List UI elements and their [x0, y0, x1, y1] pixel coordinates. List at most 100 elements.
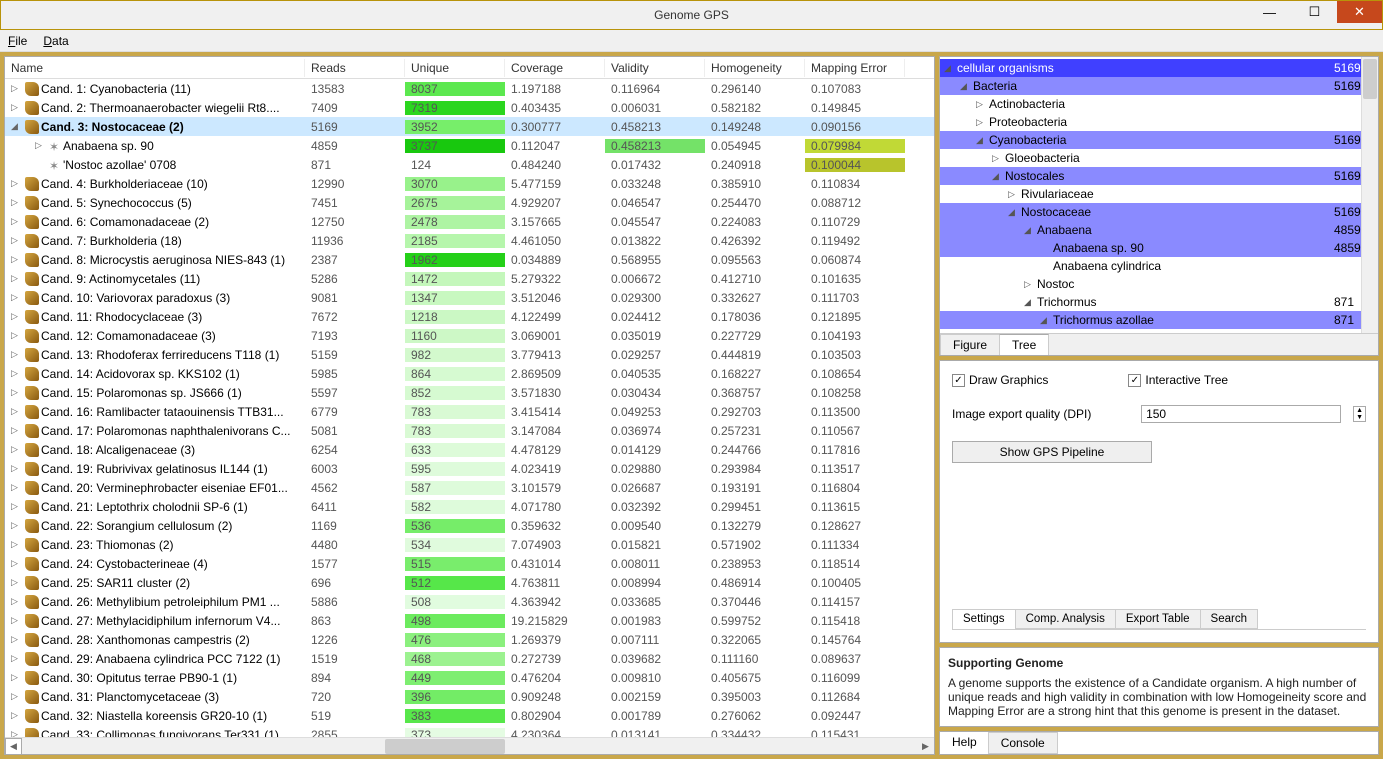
table-row[interactable]: ▷ Cand. 4: Burkholderiaceae (10)12990307…	[5, 174, 934, 193]
tree-expander-icon[interactable]: ▷	[976, 99, 987, 110]
table-body[interactable]: ▷ Cand. 1: Cyanobacteria (11)1358380371.…	[5, 79, 934, 737]
tree-expander-icon[interactable]: ◢	[1008, 207, 1019, 218]
expander-icon[interactable]: ▷	[11, 102, 23, 113]
expander-icon[interactable]: ◢	[11, 121, 23, 132]
expander-icon[interactable]: ▷	[11, 596, 23, 607]
tree-row[interactable]: ▷Nostoc	[940, 275, 1378, 293]
expander-icon[interactable]: ▷	[11, 672, 23, 683]
table-row[interactable]: ▷ Cand. 30: Opitutus terrae PB90-1 (1)89…	[5, 668, 934, 687]
col-homogeneity[interactable]: Homogeneity	[705, 59, 805, 77]
expander-icon[interactable]: ▷	[11, 501, 23, 512]
expander-icon[interactable]: ▷	[11, 406, 23, 417]
tree-row[interactable]: ▷Actinobacteria	[940, 95, 1378, 113]
table-row[interactable]: ▷ Cand. 5: Synechococcus (5)745126754.92…	[5, 193, 934, 212]
tab-help[interactable]: Help	[940, 732, 989, 754]
expander-icon[interactable]: ▷	[11, 691, 23, 702]
col-validity[interactable]: Validity	[605, 59, 705, 77]
tree-expander-icon[interactable]: ◢	[992, 171, 1003, 182]
tree-row[interactable]: ◢Nostocaceae5169	[940, 203, 1378, 221]
tree-expander-icon[interactable]: ▷	[992, 153, 1003, 164]
table-row[interactable]: ✶ 'Nostoc azollae' 07088711240.4842400.0…	[5, 155, 934, 174]
table-row[interactable]: ▷ Cand. 22: Sorangium cellulosum (2)1169…	[5, 516, 934, 535]
expander-icon[interactable]: ▷	[11, 292, 23, 303]
expander-icon[interactable]: ▷	[11, 539, 23, 550]
tab-tree[interactable]: Tree	[999, 334, 1049, 355]
table-row[interactable]: ▷ Cand. 20: Verminephrobacter eiseniae E…	[5, 478, 934, 497]
expander-icon[interactable]: ▷	[11, 653, 23, 664]
table-row[interactable]: ▷ Cand. 18: Alcaligenaceae (3)62546334.4…	[5, 440, 934, 459]
tree-expander-icon[interactable]: ◢	[944, 63, 955, 74]
tab-console[interactable]: Console	[988, 732, 1058, 754]
dpi-spinner[interactable]: ▲▼	[1353, 406, 1366, 422]
table-row[interactable]: ▷✶ Anabaena sp. 90485937370.1120470.4582…	[5, 136, 934, 155]
table-row[interactable]: ▷ Cand. 14: Acidovorax sp. KKS102 (1)598…	[5, 364, 934, 383]
table-row[interactable]: ▷ Cand. 25: SAR11 cluster (2)6965124.763…	[5, 573, 934, 592]
expander-icon[interactable]: ▷	[11, 330, 23, 341]
table-row[interactable]: ▷ Cand. 26: Methylibium petroleiphilum P…	[5, 592, 934, 611]
expander-icon[interactable]: ▷	[11, 444, 23, 455]
expander-icon[interactable]: ▷	[11, 577, 23, 588]
table-row[interactable]: ◢ Cand. 3: Nostocaceae (2)516939520.3007…	[5, 117, 934, 136]
close-button[interactable]: ✕	[1337, 1, 1382, 23]
expander-icon[interactable]: ▷	[11, 273, 23, 284]
tree-row[interactable]: Anabaena sp. 904859	[940, 239, 1378, 257]
dpi-input[interactable]	[1141, 405, 1341, 423]
menu-data[interactable]: Data	[43, 34, 68, 48]
expander-icon[interactable]: ▷	[11, 368, 23, 379]
tree-row[interactable]: ▷Gloeobacteria	[940, 149, 1378, 167]
tree-row[interactable]: ◢Trichormus azollae871	[940, 311, 1378, 329]
tree-vertical-scrollbar[interactable]	[1361, 57, 1378, 333]
tab-search[interactable]: Search	[1200, 609, 1258, 629]
table-row[interactable]: ▷ Cand. 24: Cystobacterineae (4)15775150…	[5, 554, 934, 573]
expander-icon[interactable]: ▷	[11, 425, 23, 436]
table-row[interactable]: ▷ Cand. 19: Rubrivivax gelatinosus IL144…	[5, 459, 934, 478]
tab-figure[interactable]: Figure	[940, 334, 1000, 355]
expander-icon[interactable]: ▷	[11, 197, 23, 208]
expander-icon[interactable]: ▷	[11, 634, 23, 645]
checkbox-interactive-tree[interactable]: ✓ Interactive Tree	[1128, 373, 1228, 387]
tree-expander-icon[interactable]: ▷	[976, 117, 987, 128]
expander-icon[interactable]: ▷	[35, 140, 47, 151]
tree-row[interactable]: ◢Trichormus871	[940, 293, 1378, 311]
table-row[interactable]: ▷ Cand. 11: Rhodocyclaceae (3)767212184.…	[5, 307, 934, 326]
tree-row[interactable]: ◢Nostocales5169	[940, 167, 1378, 185]
table-row[interactable]: ▷ Cand. 27: Methylacidiphilum infernorum…	[5, 611, 934, 630]
table-row[interactable]: ▷ Cand. 21: Leptothrix cholodnii SP-6 (1…	[5, 497, 934, 516]
spinner-up-icon[interactable]: ▲	[1354, 407, 1365, 414]
tree-row[interactable]: ◢Bacteria5169	[940, 77, 1378, 95]
table-row[interactable]: ▷ Cand. 10: Variovorax paradoxus (3)9081…	[5, 288, 934, 307]
table-row[interactable]: ▷ Cand. 9: Actinomycetales (11)528614725…	[5, 269, 934, 288]
tree-row[interactable]: ▷Proteobacteria	[940, 113, 1378, 131]
tree-expander-icon[interactable]: ◢	[1024, 225, 1035, 236]
expander-icon[interactable]: ▷	[11, 729, 23, 737]
tree-scroll-thumb[interactable]	[1363, 59, 1377, 99]
tree-row[interactable]: ◢Anabaena4859	[940, 221, 1378, 239]
col-name[interactable]: Name	[5, 59, 305, 77]
table-row[interactable]: ▷ Cand. 7: Burkholderia (18)1193621854.4…	[5, 231, 934, 250]
scroll-thumb[interactable]	[385, 739, 505, 754]
col-mapping-error[interactable]: Mapping Error	[805, 59, 905, 77]
table-row[interactable]: ▷ Cand. 1: Cyanobacteria (11)1358380371.…	[5, 79, 934, 98]
col-unique[interactable]: Unique	[405, 59, 505, 77]
col-coverage[interactable]: Coverage	[505, 59, 605, 77]
menu-file[interactable]: File	[8, 34, 27, 48]
tab-settings[interactable]: Settings	[952, 609, 1016, 629]
expander-icon[interactable]: ▷	[11, 311, 23, 322]
table-row[interactable]: ▷ Cand. 33: Collimonas fungivorans Ter33…	[5, 725, 934, 737]
col-reads[interactable]: Reads	[305, 59, 405, 77]
expander-icon[interactable]: ▷	[11, 349, 23, 360]
table-row[interactable]: ▷ Cand. 2: Thermoanaerobacter wiegelii R…	[5, 98, 934, 117]
scroll-left-icon[interactable]: ◀	[5, 738, 22, 755]
tree-row[interactable]: Anabaena cylindrica	[940, 257, 1378, 275]
tree-body[interactable]: ◢cellular organisms5169◢Bacteria5169▷Act…	[940, 57, 1378, 333]
expander-icon[interactable]: ▷	[11, 178, 23, 189]
table-row[interactable]: ▷ Cand. 16: Ramlibacter tataouinensis TT…	[5, 402, 934, 421]
tree-row[interactable]: ◢Cyanobacteria5169	[940, 131, 1378, 149]
expander-icon[interactable]: ▷	[11, 254, 23, 265]
table-row[interactable]: ▷ Cand. 28: Xanthomonas campestris (2)12…	[5, 630, 934, 649]
tree-expander-icon[interactable]: ◢	[1040, 315, 1051, 326]
tree-row[interactable]: ▷Rivulariaceae	[940, 185, 1378, 203]
minimize-button[interactable]: —	[1247, 1, 1292, 23]
table-row[interactable]: ▷ Cand. 8: Microcystis aeruginosa NIES-8…	[5, 250, 934, 269]
show-pipeline-button[interactable]: Show GPS Pipeline	[952, 441, 1152, 463]
